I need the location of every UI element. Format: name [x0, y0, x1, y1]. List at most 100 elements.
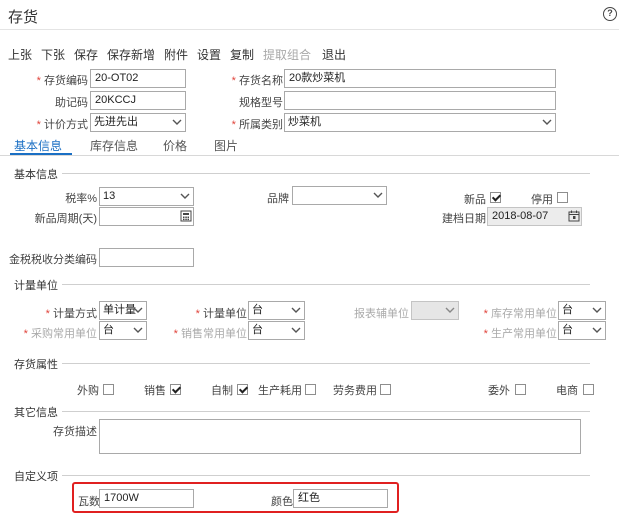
calculator-icon[interactable] [180, 210, 192, 222]
section-divider [62, 475, 590, 476]
section-divider [62, 284, 590, 285]
spec-input[interactable] [284, 91, 556, 110]
chevron-down-icon [542, 119, 552, 125]
unit-value: 台 [252, 304, 263, 316]
section-divider [62, 411, 590, 412]
chevron-down-icon [445, 307, 455, 313]
section-basic-info: 基本信息 [14, 169, 58, 181]
chevron-down-icon [373, 192, 383, 198]
toolbar-settings-button[interactable]: 设置 [197, 46, 221, 63]
mnemonic-input[interactable]: 20KCCJ [90, 91, 186, 110]
stock-unit-value: 台 [562, 304, 573, 316]
tab-image[interactable]: 图片 [214, 137, 238, 154]
toolbar-extract-combo-button[interactable]: 提取组合 [263, 46, 311, 63]
measure-method-select[interactable]: 单计量 [99, 301, 147, 320]
tax-code-input[interactable] [99, 248, 194, 267]
report-unit-select[interactable] [411, 301, 459, 320]
new-period-label: 新品周期(天) [34, 213, 97, 225]
purchase-unit-label: 采购常用单位 [24, 325, 97, 341]
attr-labor-checkbox[interactable] [380, 384, 391, 395]
tab-basic-info[interactable]: 基本信息 [14, 137, 62, 154]
help-icon[interactable]: ? [603, 7, 617, 21]
costing-select[interactable]: 先进先出 [90, 113, 186, 132]
category-select[interactable]: 炒菜机 [284, 113, 556, 132]
measure-method-value: 单计量 [103, 304, 136, 316]
window-title: 存货 [8, 9, 39, 26]
chevron-down-icon [133, 307, 143, 313]
name-input[interactable]: 20款炒菜机 [284, 69, 556, 88]
attr-ecommerce-label: 电商 [556, 385, 578, 397]
chevron-down-icon [592, 327, 602, 333]
purchase-unit-select[interactable]: 台 [99, 321, 147, 340]
mnemonic-label: 助记码 [55, 97, 88, 109]
highlight-box [72, 482, 399, 513]
description-textarea[interactable] [99, 419, 581, 454]
name-label: 存货名称 [232, 72, 283, 88]
toolbar-attachment-button[interactable]: 附件 [164, 46, 188, 63]
chevron-down-icon [291, 327, 301, 333]
new-product-checkbox[interactable] [490, 192, 501, 203]
section-attributes: 存货属性 [14, 359, 58, 371]
description-label: 存货描述 [53, 426, 97, 438]
chevron-down-icon [172, 119, 182, 125]
sales-unit-label: 销售常用单位 [174, 325, 247, 341]
calendar-icon[interactable] [568, 210, 580, 222]
sales-unit-value: 台 [252, 324, 263, 336]
tab-stock-info[interactable]: 库存信息 [90, 137, 138, 154]
disabled-checkbox[interactable] [557, 192, 568, 203]
production-unit-select[interactable]: 台 [558, 321, 606, 340]
costing-select-value: 先进先出 [94, 116, 138, 128]
section-divider [62, 363, 590, 364]
chevron-down-icon [291, 307, 301, 313]
disabled-label: 停用 [531, 194, 553, 206]
attr-labor-label: 劳务费用 [333, 385, 377, 397]
category-label: 所属类别 [232, 116, 283, 132]
section-custom: 自定义项 [14, 471, 58, 483]
code-label: 存货编码 [37, 72, 88, 88]
production-unit-value: 台 [562, 324, 573, 336]
tab-price[interactable]: 价格 [163, 137, 187, 154]
title-bar [0, 0, 619, 30]
attr-purchase-checkbox[interactable] [103, 384, 114, 395]
attr-purchase-label: 外购 [77, 385, 99, 397]
section-other: 其它信息 [14, 407, 58, 419]
section-units: 计量单位 [14, 280, 58, 292]
toolbar-copy-button[interactable]: 复制 [230, 46, 254, 63]
toolbar-next-button[interactable]: 下张 [41, 46, 65, 63]
tax-rate-select[interactable]: 13 [99, 187, 194, 206]
chevron-down-icon [180, 193, 190, 199]
measure-method-label: 计量方式 [46, 305, 97, 321]
unit-select[interactable]: 台 [248, 301, 305, 320]
toolbar-save-button[interactable]: 保存 [74, 46, 98, 63]
costing-label: 计价方式 [37, 116, 88, 132]
attr-outsource-label: 委外 [488, 385, 510, 397]
sales-unit-select[interactable]: 台 [248, 321, 305, 340]
created-date-label: 建档日期 [442, 213, 486, 225]
attr-production-checkbox[interactable] [305, 384, 316, 395]
code-input[interactable]: 20-OT02 [90, 69, 186, 88]
toolbar-prev-button[interactable]: 上张 [8, 46, 32, 63]
toolbar-save-new-button[interactable]: 保存新增 [107, 46, 155, 63]
category-select-value: 炒菜机 [288, 116, 321, 128]
stock-unit-label: 库存常用单位 [484, 305, 557, 321]
attr-production-label: 生产耗用 [258, 385, 302, 397]
tax-rate-label: 税率% [65, 193, 97, 205]
attr-sales-checkbox[interactable] [170, 384, 181, 395]
attr-outsource-checkbox[interactable] [515, 384, 526, 395]
tax-code-label: 金税税收分类编码 [9, 254, 97, 266]
attr-self-made-checkbox[interactable] [237, 384, 248, 395]
attr-ecommerce-checkbox[interactable] [583, 384, 594, 395]
production-unit-label: 生产常用单位 [484, 325, 557, 341]
tax-rate-value: 13 [103, 190, 116, 202]
new-product-label: 新品 [464, 194, 486, 206]
attr-self-made-label: 自制 [211, 385, 233, 397]
stock-unit-select[interactable]: 台 [558, 301, 606, 320]
chevron-down-icon [592, 307, 602, 313]
brand-select[interactable] [292, 186, 387, 205]
attr-sales-label: 销售 [144, 385, 166, 397]
spec-label: 规格型号 [239, 97, 283, 109]
tab-divider [0, 155, 619, 156]
report-unit-label: 报表辅单位 [354, 308, 409, 320]
toolbar-exit-button[interactable]: 退出 [322, 46, 346, 63]
section-divider [62, 173, 590, 174]
